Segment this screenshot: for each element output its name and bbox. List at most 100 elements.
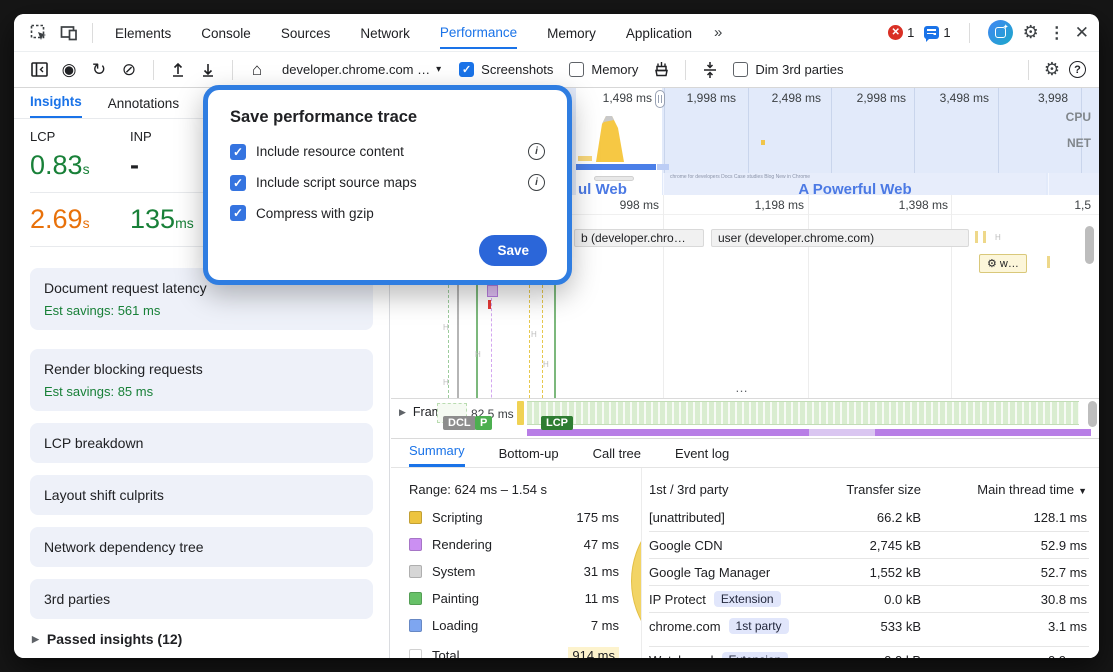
tab-insights[interactable]: Insights: [30, 94, 82, 118]
table-row[interactable]: Google CDN 2,745 kB 52.9 ms: [649, 531, 1089, 558]
inspect-element-icon[interactable]: [28, 22, 50, 44]
tab-elements[interactable]: Elements: [115, 17, 171, 48]
first-party-badge: 1st party: [729, 618, 789, 634]
issues-icon: [924, 26, 939, 39]
tab-console[interactable]: Console: [201, 17, 251, 48]
extension-badge: Extension: [714, 591, 781, 607]
lcp-badge[interactable]: LCP: [541, 416, 573, 430]
details-tabbar: Summary Bottom-up Call tree Event log: [391, 438, 1099, 468]
save-button[interactable]: Save: [479, 235, 547, 266]
scrollbar-thumb[interactable]: [1085, 226, 1094, 264]
checkbox-checked-icon: ✓: [459, 62, 474, 77]
capture-settings-gear-icon[interactable]: ⚙: [1044, 59, 1060, 80]
col-transfer-size[interactable]: Transfer size: [801, 482, 921, 497]
page-selector-dropdown[interactable]: developer.chrome.com … ▾: [282, 62, 441, 77]
frames-strip[interactable]: [527, 401, 1079, 425]
screenshots-checkbox[interactable]: ✓ Screenshots: [459, 62, 553, 77]
divider: [969, 23, 970, 43]
tab-memory[interactable]: Memory: [547, 17, 596, 48]
ai-assistant-button[interactable]: ✦: [988, 20, 1013, 45]
home-icon[interactable]: ⌂: [245, 58, 269, 82]
track-chip[interactable]: ⚙ w…: [979, 254, 1027, 273]
load-profile-icon[interactable]: [166, 58, 190, 82]
tab-annotations[interactable]: Annotations: [108, 96, 179, 118]
tab-call-tree[interactable]: Call tree: [593, 446, 641, 467]
info-icon[interactable]: i: [528, 174, 545, 191]
settings-gear-icon[interactable]: ⚙: [1023, 22, 1039, 43]
close-icon[interactable]: ✕: [1075, 23, 1089, 43]
error-count: 1: [907, 25, 914, 40]
checkbox-empty-icon: [733, 62, 748, 77]
passed-insights-toggle[interactable]: ▶ Passed insights (12): [32, 631, 371, 647]
tab-event-log[interactable]: Event log: [675, 446, 729, 467]
tab-network[interactable]: Network: [360, 17, 410, 48]
table-row[interactable]: chrome.com 1st party 533 kB 3.1 ms: [649, 612, 1089, 639]
frame-partial[interactable]: [517, 401, 524, 425]
info-icon[interactable]: i: [528, 143, 545, 160]
error-badge[interactable]: ✕ 1: [888, 25, 914, 40]
device-toolbar-icon[interactable]: [58, 22, 80, 44]
tab-bottom-up[interactable]: Bottom-up: [499, 446, 559, 467]
clear-button[interactable]: ⊘: [117, 58, 141, 82]
overview-tick: 3,998: [998, 91, 1068, 105]
help-icon[interactable]: ?: [1069, 61, 1086, 78]
save-profile-icon[interactable]: [196, 58, 220, 82]
summary-pane: Range: 624 ms – 1.54 s Scripting 175 ms …: [391, 468, 1099, 658]
paint-badge[interactable]: P: [475, 416, 492, 430]
insight-cards: Document request latency Est savings: 56…: [14, 258, 389, 647]
resize-ellipsis[interactable]: …: [735, 380, 749, 395]
filmstrip-thumbnail[interactable]: [1048, 173, 1099, 195]
dcl-badge[interactable]: DCL: [443, 416, 476, 430]
overview-tick: 2,998 ms: [836, 91, 906, 105]
toggle-sidebar-icon[interactable]: [27, 58, 51, 82]
table-row[interactable]: [unattributed] 66.2 kB 128.1 ms: [649, 504, 1089, 531]
option-include-script-source-maps[interactable]: ✓ Include script source maps i: [230, 174, 545, 191]
tab-application[interactable]: Application: [626, 17, 692, 48]
selection-right-handle[interactable]: [655, 90, 665, 108]
tiny-event: [1047, 256, 1050, 268]
table-row[interactable]: IP Protect Extension 0.0 kB 30.8 ms: [649, 585, 1089, 612]
flame-event[interactable]: [487, 285, 498, 297]
col-party[interactable]: 1st / 3rd party: [649, 482, 728, 497]
color-swatch: [409, 511, 422, 524]
collect-garbage-icon[interactable]: [649, 58, 673, 82]
reload-record-button[interactable]: ↻: [87, 58, 111, 82]
legend-row-scripting: Scripting 175 ms: [409, 506, 619, 528]
activity-pie-chart: [631, 496, 642, 658]
collapse-flame-icon[interactable]: [698, 58, 722, 82]
third-party-table: 1st / 3rd party Transfer size Main threa…: [643, 468, 1099, 658]
tab-performance[interactable]: Performance: [440, 16, 517, 49]
summary-legend-pane: Range: 624 ms – 1.54 s Scripting 175 ms …: [391, 468, 642, 658]
filmstrip-thumbnail[interactable]: ul Web: [576, 173, 661, 195]
dim-3rd-parties-checkbox[interactable]: Dim 3rd parties: [733, 62, 843, 77]
table-row[interactable]: Watchword Extension 0.0 kB 0.9 ms: [649, 646, 1089, 658]
sparkle-icon: ✦: [1003, 23, 1009, 31]
dialog-title: Save performance trace: [230, 108, 545, 127]
kebab-menu-icon[interactable]: ⋮: [1049, 23, 1065, 43]
insight-3rd-parties[interactable]: 3rd parties: [30, 579, 373, 619]
col-main-thread-time[interactable]: Main thread time▼: [967, 482, 1087, 497]
insight-network-dependency-tree[interactable]: Network dependency tree: [30, 527, 373, 567]
color-swatch: [409, 592, 422, 605]
insight-render-blocking-requests[interactable]: Render blocking requests Est savings: 85…: [30, 349, 373, 411]
more-tabs-icon[interactable]: »: [714, 24, 720, 41]
track-event[interactable]: user (developer.chrome.com): [711, 229, 969, 247]
table-row[interactable]: Google Tag Manager 1,552 kB 52.7 ms: [649, 558, 1089, 585]
checkbox-checked-icon[interactable]: ✓: [230, 175, 246, 191]
insight-lcp-breakdown[interactable]: LCP breakdown: [30, 423, 373, 463]
tab-summary[interactable]: Summary: [409, 443, 465, 467]
cpu-activity-graph: [576, 108, 662, 162]
checkbox-checked-icon[interactable]: ✓: [230, 205, 246, 221]
track-event[interactable]: b (developer.chro…: [574, 229, 704, 247]
option-compress-with-gzip[interactable]: ✓ Compress with gzip: [230, 205, 545, 221]
option-include-resource-content[interactable]: ✓ Include resource content i: [230, 143, 545, 160]
checkbox-checked-icon[interactable]: ✓: [230, 144, 246, 160]
filmstrip-thumbnail[interactable]: chrome for developers Docs Case studies …: [663, 173, 1046, 195]
memory-checkbox[interactable]: Memory: [569, 62, 638, 77]
record-button[interactable]: ◉: [57, 58, 81, 82]
insight-layout-shift-culprits[interactable]: Layout shift culprits: [30, 475, 373, 515]
tab-sources[interactable]: Sources: [281, 17, 331, 48]
issues-badge[interactable]: 1: [924, 25, 950, 40]
scrollbar-thumb[interactable]: [1088, 401, 1097, 427]
divider: [1028, 60, 1029, 80]
